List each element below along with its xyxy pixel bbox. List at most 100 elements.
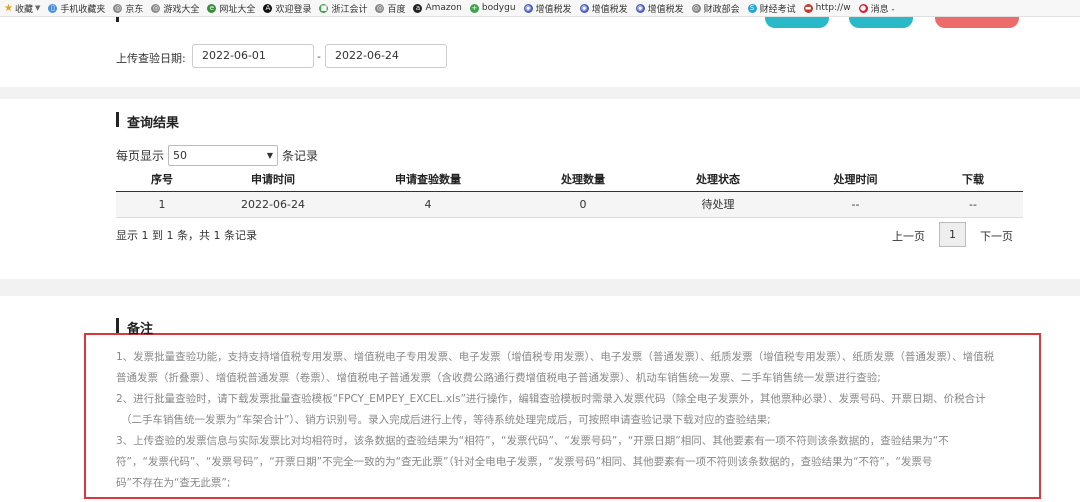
bookmark-item[interactable]: S 财经考试 bbox=[747, 2, 796, 15]
note-line: 2、进行批量查验时，请下载发票批量查验模板“FPCY_EMPEY_EXCEL.x… bbox=[116, 393, 986, 405]
amazon-icon: a bbox=[413, 3, 423, 13]
bookmark-label: Amazon bbox=[425, 3, 462, 13]
bookmark-item[interactable]: ◎ 财政部会 bbox=[691, 2, 740, 15]
results-panel: 查询结果 每页显示 50 ▼ 条记录 序号 申请时间 申请查验数量 处理数量 处… bbox=[0, 99, 1080, 279]
note-line: （二手车销售统一发票为“车架合计”）、销方识别号。录入完成后进行上传，等待系统处… bbox=[121, 414, 771, 426]
bookmark-item[interactable]: ▯ 手机收藏夹 bbox=[48, 2, 105, 15]
bookmark-item[interactable]: ◎ 游戏大全 bbox=[151, 2, 199, 15]
current-page-button[interactable]: 1 bbox=[939, 222, 966, 247]
query-button[interactable] bbox=[765, 17, 829, 28]
bookmark-item[interactable]: e 网址大全 bbox=[207, 2, 255, 15]
template-download-button[interactable] bbox=[849, 17, 913, 28]
table-row[interactable]: 1 2022-06-24 4 0 待处理 -- -- bbox=[116, 191, 1023, 218]
bookmark-label: 手机收藏夹 bbox=[60, 4, 106, 15]
bookmark-item[interactable]: ◉ 增值税发 bbox=[523, 2, 572, 15]
document-icon: ■ bbox=[319, 3, 329, 13]
next-page-button[interactable]: 下一页 bbox=[980, 228, 1013, 244]
weibo-icon: ● bbox=[858, 3, 868, 13]
bookmark-item[interactable]: ■ 浙江会计 bbox=[319, 2, 367, 15]
web-directory-icon: e bbox=[207, 3, 217, 13]
start-date-input[interactable]: 2022-06-01 bbox=[192, 44, 314, 68]
globe-icon: ◎ bbox=[151, 3, 161, 13]
note-line: 普通发票（折叠票）、增值税普通发票（卷票）、增值税电子普通发票（含收费公路通行费… bbox=[116, 372, 881, 384]
column-header[interactable]: 处理数量 bbox=[518, 167, 648, 192]
row-index: 1 bbox=[116, 191, 208, 218]
end-date-input[interactable]: 2022-06-24 bbox=[325, 44, 447, 68]
process-status: 待处理 bbox=[648, 191, 788, 218]
column-header[interactable]: 处理时间 bbox=[788, 167, 923, 192]
date-separator: - bbox=[317, 50, 321, 63]
bookmark-label: 增值税发 bbox=[535, 4, 572, 15]
note-line: 符”，“发票代码”、“发票号码”，“开票日期”不完全一致的为“查无此票”（针对全… bbox=[116, 456, 933, 468]
star-icon: ★ bbox=[4, 2, 13, 14]
phone-icon: ▯ bbox=[48, 3, 58, 13]
bookmark-label: 财经考试 bbox=[759, 4, 796, 15]
bookmark-item[interactable]: ◎ 京东 bbox=[113, 2, 143, 15]
bookmark-label: 消息 - bbox=[870, 4, 895, 15]
tax-site-icon: ◉ bbox=[523, 3, 533, 13]
note-line: 码”不存在为“查无此票”; bbox=[116, 477, 231, 489]
column-header[interactable]: 序号 bbox=[116, 167, 208, 192]
column-header[interactable]: 处理状态 bbox=[648, 167, 788, 192]
per-page-suffix: 条记录 bbox=[282, 149, 319, 163]
plus-icon: + bbox=[469, 3, 479, 13]
bookmark-label: 财政部会 bbox=[703, 4, 740, 15]
column-header[interactable]: 申请时间 bbox=[208, 167, 338, 192]
bookmark-item[interactable]: ▬ http://w bbox=[803, 3, 851, 13]
chevron-down-icon[interactable]: ▼ bbox=[35, 4, 40, 12]
bookmark-label: 增值税发 bbox=[647, 4, 684, 15]
upload-date-label: 上传查验日期: bbox=[116, 52, 186, 65]
tax-site-icon: ◉ bbox=[579, 3, 589, 13]
bookmark-label: 百度 bbox=[387, 4, 406, 15]
per-page-prefix: 每页显示 bbox=[116, 149, 165, 163]
bookmark-item[interactable]: ◉ 增值税发 bbox=[579, 2, 628, 15]
notes-panel: 备注 1、发票批量查验功能，支持支持增值税专用发票、增值税电子专用发票、电子发票… bbox=[0, 296, 1080, 502]
site-icon: ▬ bbox=[803, 3, 813, 13]
bookmark-item[interactable]: ★ 收藏 ▼ bbox=[4, 2, 40, 15]
bookmark-item[interactable]: ◉ 增值税发 bbox=[635, 2, 684, 15]
bookmark-item[interactable]: ● 消息 - bbox=[858, 2, 895, 15]
download-link[interactable]: -- bbox=[923, 191, 1023, 218]
records-summary: 显示 1 到 1 条，共 1 条记录 bbox=[116, 229, 257, 242]
bookmark-item[interactable]: a Amazon bbox=[413, 3, 462, 13]
request-time: 2022-06-24 bbox=[208, 191, 338, 218]
process-time: -- bbox=[788, 191, 923, 218]
note-line: 1、发票批量查验功能，支持支持增值税专用发票、增值税电子专用发票、电子发票（增值… bbox=[116, 351, 995, 363]
globe-icon: ◎ bbox=[691, 3, 701, 13]
note-line: 3、上传查验的发票信息与实际发票比对均相符时，该条数据的查验结果为“相符”，“发… bbox=[116, 435, 949, 447]
tax-site-icon: ◉ bbox=[635, 3, 645, 13]
notes-title: 备注 bbox=[127, 322, 154, 337]
column-header[interactable]: 申请查验数量 bbox=[338, 167, 518, 192]
bookmark-label: 欢迎登录 bbox=[275, 4, 312, 15]
section-marker bbox=[116, 318, 119, 333]
bookmark-item[interactable]: ◎ 百度 bbox=[375, 2, 405, 15]
bookmarks-bar: ★ 收藏 ▼ ▯ 手机收藏夹 ◎ 京东 ◎ 游戏大全 e 网址大全 A 欢迎登录 ■ 浙江会计 ◎ 百度 a Ama… bbox=[0, 0, 1080, 17]
query-panel: 上传查验日期: 2022-06-01 - 2022-06-24 bbox=[0, 13, 1080, 87]
request-count: 4 bbox=[338, 191, 518, 218]
results-table: 序号 申请时间 申请查验数量 处理数量 处理状态 处理时间 下载 1 2022-… bbox=[116, 167, 1023, 218]
section-marker bbox=[116, 112, 119, 127]
results-title: 查询结果 bbox=[127, 116, 180, 131]
bookmark-item[interactable]: A 欢迎登录 bbox=[263, 2, 311, 15]
per-page-value: 50 bbox=[173, 149, 188, 162]
globe-icon: ◎ bbox=[113, 3, 123, 13]
globe-icon: ◎ bbox=[375, 3, 385, 13]
bookmark-label: 收藏 bbox=[14, 4, 33, 15]
bookmark-label: bodygu bbox=[481, 3, 516, 13]
upload-button[interactable] bbox=[935, 17, 1019, 28]
bookmark-label: 浙江会计 bbox=[331, 4, 368, 15]
column-header[interactable]: 下载 bbox=[923, 167, 1023, 192]
table-header-row: 序号 申请时间 申请查验数量 处理数量 处理状态 处理时间 下载 bbox=[116, 167, 1023, 192]
bookmark-item[interactable]: + bodygu bbox=[469, 3, 516, 13]
bookmark-label: 网址大全 bbox=[219, 4, 256, 15]
s-icon: S bbox=[747, 3, 757, 13]
bookmark-label: 游戏大全 bbox=[163, 4, 200, 15]
processed-count: 0 bbox=[518, 191, 648, 218]
ai-icon: A bbox=[263, 3, 273, 13]
prev-page-button[interactable]: 上一页 bbox=[892, 228, 925, 244]
per-page-select[interactable]: 50 ▼ bbox=[168, 145, 279, 166]
per-page-control: 每页显示 50 ▼ 条记录 bbox=[116, 145, 318, 166]
bookmark-label: 京东 bbox=[125, 4, 144, 15]
chevron-down-icon: ▼ bbox=[266, 151, 274, 160]
bookmark-label: 增值税发 bbox=[591, 4, 628, 15]
